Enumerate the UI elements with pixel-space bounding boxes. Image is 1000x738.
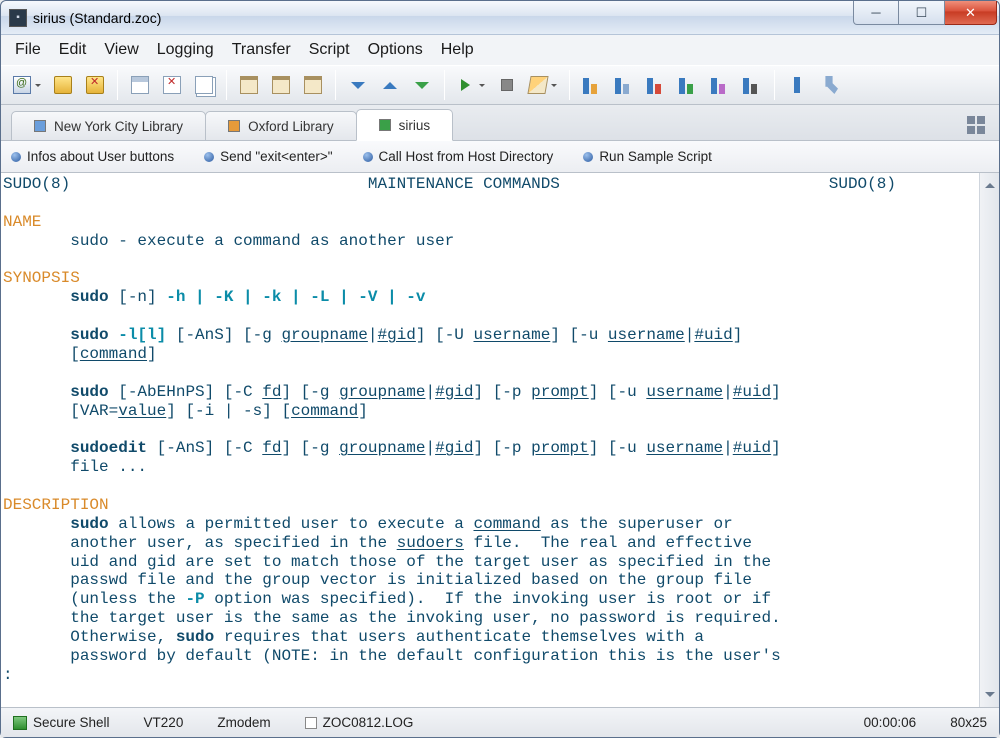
download-button[interactable]: [344, 71, 372, 99]
toolbar: [1, 65, 999, 105]
chart-button-4[interactable]: [674, 71, 702, 99]
window-title: sirius (Standard.zoc): [33, 10, 161, 26]
clipboard-button-3[interactable]: [299, 71, 327, 99]
menu-transfer[interactable]: Transfer: [232, 41, 291, 59]
bullet-icon: [11, 152, 21, 162]
tab-label: Oxford Library: [248, 119, 334, 134]
menu-edit[interactable]: Edit: [59, 41, 87, 59]
run-script-button[interactable]: [453, 71, 489, 99]
status-size: 80x25: [950, 715, 987, 730]
menu-view[interactable]: View: [104, 41, 138, 59]
bullet-icon: [583, 152, 593, 162]
sync-button[interactable]: [408, 71, 436, 99]
favorite-button[interactable]: [49, 71, 77, 99]
chart-button-2[interactable]: [610, 71, 638, 99]
menu-script[interactable]: Script: [309, 41, 350, 59]
tab-sirius[interactable]: sirius: [356, 109, 454, 141]
remove-favorite-button[interactable]: [81, 71, 109, 99]
user-button[interactable]: Run Sample Script: [583, 149, 712, 164]
copy-button[interactable]: [190, 71, 218, 99]
tab-new-york-city-library[interactable]: New York City Library: [11, 111, 206, 141]
chart-button-3[interactable]: [642, 71, 670, 99]
minimize-button[interactable]: ─: [853, 1, 899, 25]
new-doc-button[interactable]: [126, 71, 154, 99]
settings-button[interactable]: [815, 71, 843, 99]
log-icon: [305, 717, 317, 729]
user-button-label: Send "exit<enter>": [220, 149, 332, 164]
chart-button-1[interactable]: [578, 71, 606, 99]
upload-button[interactable]: [376, 71, 404, 99]
stop-script-button[interactable]: [493, 71, 521, 99]
clipboard-button-1[interactable]: [235, 71, 263, 99]
tab-label: New York City Library: [54, 119, 183, 134]
maximize-button[interactable]: ☐: [899, 1, 945, 25]
close-button[interactable]: ✕: [945, 1, 997, 25]
close-doc-button[interactable]: [158, 71, 186, 99]
tab-label: sirius: [399, 118, 431, 133]
chart-button-5[interactable]: [706, 71, 734, 99]
chart-button-6[interactable]: [738, 71, 766, 99]
bullet-icon: [204, 152, 214, 162]
user-button-label: Run Sample Script: [599, 149, 712, 164]
scroll-up-icon[interactable]: [980, 173, 999, 193]
tab-indicator-icon: [34, 120, 46, 132]
menu-help[interactable]: Help: [441, 41, 474, 59]
terminal[interactable]: SUDO(8) MAINTENANCE COMMANDS SUDO(8) NAM…: [1, 173, 979, 707]
status-log: ZOC0812.LOG: [323, 715, 414, 730]
user-button[interactable]: Infos about User buttons: [11, 149, 174, 164]
status-xfer: Zmodem: [217, 715, 270, 730]
status-term: VT220: [144, 715, 184, 730]
user-button-label: Call Host from Host Directory: [379, 149, 554, 164]
tab-indicator-icon: [228, 120, 240, 132]
edit-script-button[interactable]: [525, 71, 561, 99]
menu-file[interactable]: File: [15, 41, 41, 59]
status-conn: Secure Shell: [33, 715, 110, 730]
single-bar-button[interactable]: [783, 71, 811, 99]
user-button[interactable]: Send "exit<enter>": [204, 149, 332, 164]
user-buttons-row: Infos about User buttons Send "exit<enter…: [1, 141, 999, 173]
scroll-down-icon[interactable]: [980, 687, 999, 707]
user-button[interactable]: Call Host from Host Directory: [363, 149, 554, 164]
app-icon: ▪: [9, 9, 27, 27]
menu-options[interactable]: Options: [368, 41, 423, 59]
tab-indicator-icon: [379, 119, 391, 131]
tab-oxford-library[interactable]: Oxford Library: [205, 111, 357, 141]
bullet-icon: [363, 152, 373, 162]
status-time: 00:00:06: [864, 715, 917, 730]
terminal-wrap: SUDO(8) MAINTENANCE COMMANDS SUDO(8) NAM…: [1, 173, 999, 707]
scrollbar[interactable]: [979, 173, 999, 707]
ssh-icon: [13, 716, 27, 730]
titlebar: ▪ sirius (Standard.zoc) ─ ☐ ✕: [1, 1, 999, 35]
menu-logging[interactable]: Logging: [157, 41, 214, 59]
user-button-label: Infos about User buttons: [27, 149, 174, 164]
tabrow: New York City Library Oxford Library siriu…: [1, 105, 999, 141]
clipboard-button-2[interactable]: [267, 71, 295, 99]
statusbar: Secure Shell VT220 Zmodem ZOC0812.LOG 00…: [1, 707, 999, 737]
menubar: File Edit View Logging Transfer Script Options…: [1, 35, 999, 65]
tab-grid-icon[interactable]: [967, 116, 985, 134]
hostdir-button[interactable]: [9, 71, 45, 99]
